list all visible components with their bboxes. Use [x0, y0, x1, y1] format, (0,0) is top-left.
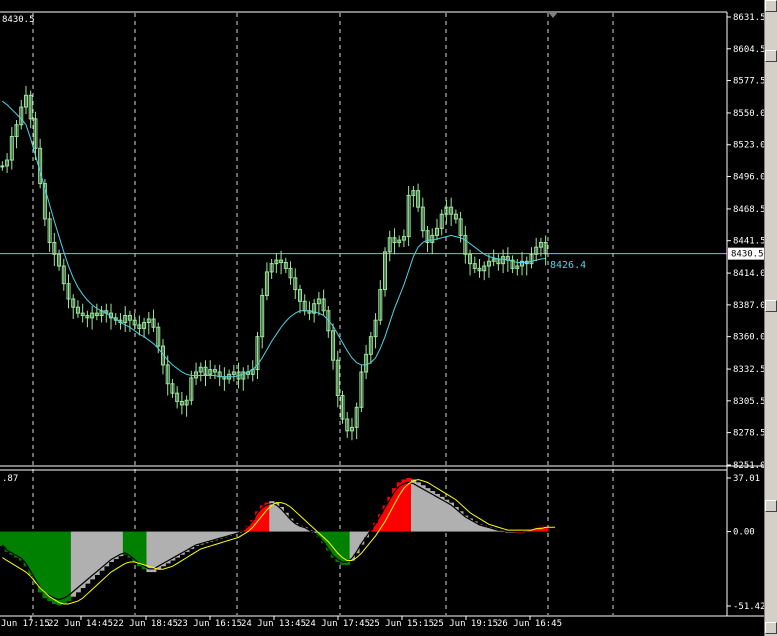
histogram-bar [14, 531, 20, 558]
histogram-bar [425, 488, 431, 532]
histogram-bar [132, 531, 138, 562]
histogram-bar [42, 531, 48, 599]
price-tick-label: 8631.5 [733, 13, 764, 23]
histogram-bar [250, 519, 256, 532]
histogram-bar [113, 531, 119, 560]
histogram-bar [335, 531, 341, 562]
histogram-bar [160, 531, 166, 567]
current-price-label: 8430.5 [731, 250, 764, 260]
histogram-bar [151, 531, 157, 573]
histogram-bar [170, 531, 176, 561]
histogram-bar [141, 531, 147, 570]
histogram-bar [94, 531, 100, 575]
histogram-bar [80, 531, 86, 589]
time-label: 26 Jun 16:45 [497, 619, 562, 629]
moving-average-value: 8426.4 [550, 260, 586, 271]
candle-body [0, 165, 5, 168]
time-label: 25 Jun 15:15 [369, 619, 434, 629]
indicator-tick-label: -51.42 [733, 602, 764, 612]
price-tick-label: 8523.0 [733, 141, 764, 151]
histogram-bar [37, 531, 44, 593]
histogram-bar [99, 531, 105, 571]
time-label: 24 Jun 17:45 [305, 619, 370, 629]
histogram-bar [406, 478, 412, 532]
histogram-bar [434, 493, 440, 532]
histogram-bar [155, 531, 162, 570]
price-tick-label: 8441.5 [733, 237, 764, 247]
histogram-bar [118, 531, 124, 557]
price-tick-label: 8414.0 [733, 269, 764, 279]
histogram-bar [108, 531, 114, 562]
time-label: 22 Jun 14:45 [48, 619, 113, 629]
vertical-scrollbar[interactable] [764, 0, 777, 636]
histogram-bar [165, 531, 171, 564]
histogram-bar [85, 531, 91, 584]
histogram-bar [420, 485, 426, 532]
histogram-bar [415, 482, 421, 532]
histogram-bar [122, 531, 129, 555]
indicator-tick-label: 0.00 [733, 528, 755, 538]
histogram-bar [70, 531, 77, 597]
histogram-bar [18, 531, 25, 561]
histogram-bar [137, 531, 143, 567]
top-left-price-label: 8430.5 [2, 15, 35, 25]
histogram-bar [283, 512, 289, 532]
time-label: 25 Jun 19:15 [433, 619, 498, 629]
price-tick-label: 8468.5 [733, 205, 764, 215]
histogram-bar [66, 531, 72, 602]
histogram-bar [429, 491, 436, 532]
histogram-bar [56, 531, 62, 606]
histogram-bar [0, 531, 6, 547]
histogram-bar [75, 531, 81, 593]
price-tick-label: 8305.5 [733, 397, 764, 407]
indicator-left-label: .87 [2, 474, 18, 484]
price-tick-label: 8550.0 [733, 109, 764, 119]
histogram-bar [444, 499, 450, 532]
price-tick-label: 8360.0 [733, 333, 764, 343]
indicator-tick-label: 37.01 [733, 474, 760, 484]
price-tick-label: 8577.5 [733, 77, 764, 87]
time-label: Jun 17:15 [1, 619, 50, 629]
histogram-bar [47, 531, 53, 602]
time-label: 23 Jun 16:15 [177, 619, 242, 629]
scroll-up-button[interactable] [765, 0, 777, 12]
scroll-down-button[interactable] [765, 622, 777, 634]
scroll-thumb-2[interactable] [765, 300, 777, 312]
price-tick-label: 8332.5 [733, 365, 764, 375]
terminal-window: 8426.4 8631.5 8604.5 8577.5 8550.0 8523.0 849… [0, 0, 777, 636]
histogram-bar [89, 531, 95, 580]
chart-area[interactable]: 8426.4 8631.5 8604.5 8577.5 8550.0 8523.0 849… [0, 0, 764, 636]
histogram-bar [264, 502, 270, 532]
histogram-bar [340, 531, 346, 565]
histogram-bar [51, 531, 58, 604]
histogram-bar [411, 479, 417, 532]
price-tick-label: 8496.0 [733, 173, 764, 183]
histogram-bar [61, 531, 67, 604]
scroll-thumb[interactable] [765, 50, 777, 62]
histogram-bar [439, 496, 445, 532]
histogram-bar [396, 482, 403, 532]
price-tick-label: 8604.5 [733, 45, 764, 55]
scroll-marker[interactable] [765, 500, 777, 512]
histogram-bar [127, 531, 133, 558]
price-tick-label: 8387.0 [733, 301, 764, 311]
time-label: 24 Jun 13:45 [241, 619, 306, 629]
histogram-bar [9, 531, 15, 555]
time-label: 22 Jun 18:45 [113, 619, 178, 629]
price-tick-label: 8278.5 [733, 429, 764, 439]
